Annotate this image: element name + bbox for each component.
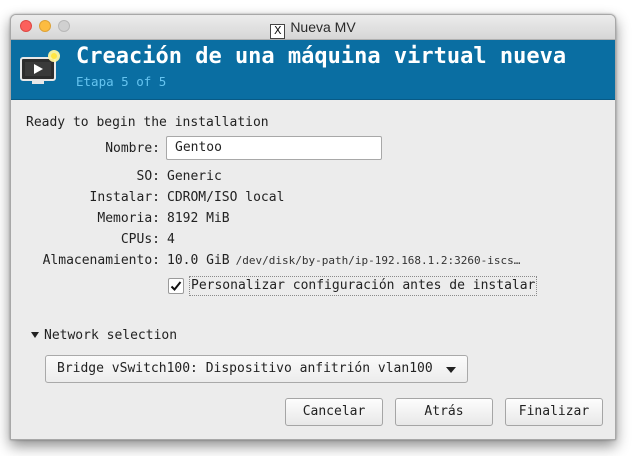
back-button[interactable]: Atrás [395, 398, 493, 426]
window-title-text: Nueva MV [290, 19, 356, 35]
install-value: CDROM/ISO local [167, 190, 285, 205]
os-label: SO: [136, 169, 160, 184]
new-vm-window: X Nueva MV Creación de una máquina virtua… [10, 14, 616, 440]
storage-size: 10.0 GiB [167, 253, 230, 268]
window-title: X Nueva MV [11, 19, 615, 39]
ready-text: Ready to begin the installation [26, 115, 269, 130]
name-input[interactable]: Gentoo [166, 136, 382, 160]
dropdown-arrow-icon [446, 367, 456, 373]
finish-button[interactable]: Finalizar [505, 398, 603, 426]
storage-path: /dev/disk/by-path/ip-192.168.1.2:3260-is… [235, 254, 521, 267]
wizard-header: Creación de una máquina virtual nueva Et… [11, 40, 615, 100]
cpus-label: CPUs: [120, 232, 160, 247]
wizard-title: Creación de una máquina virtual nueva [76, 44, 567, 69]
network-section-label: Network selection [44, 328, 178, 343]
cancel-button[interactable]: Cancelar [285, 398, 383, 426]
cpus-value: 4 [167, 232, 175, 247]
wizard-step: Etapa 5 of 5 [76, 74, 167, 89]
network-select[interactable]: Bridge vSwitch100: Dispositivo anfitrión… [45, 355, 468, 383]
storage-label: Almacenamiento: [42, 253, 160, 268]
expander-down-icon [31, 332, 39, 338]
wizard-content: Ready to begin the installation Nombre: … [11, 100, 615, 439]
network-selected-value: Bridge vSwitch100: Dispositivo anfitrión… [57, 361, 433, 376]
title-bar[interactable]: X Nueva MV [11, 15, 615, 40]
memory-value: 8192 MiB [167, 211, 230, 226]
network-selection-expander[interactable]: Network selection [31, 328, 177, 343]
name-label: Nombre: [105, 141, 160, 156]
storage-value: 10.0 GiB/dev/disk/by-path/ip-192.168.1.2… [167, 253, 520, 268]
memory-label: Memoria: [97, 211, 160, 226]
checkmark-icon [170, 281, 182, 291]
os-value: Generic [167, 169, 222, 184]
install-label: Instalar: [89, 190, 160, 205]
monitor-play-icon [20, 50, 60, 84]
customize-checkbox[interactable] [168, 278, 184, 294]
customize-checkbox-label[interactable]: Personalizar configuración antes de inst… [189, 276, 538, 296]
x11-icon: X [270, 24, 286, 39]
